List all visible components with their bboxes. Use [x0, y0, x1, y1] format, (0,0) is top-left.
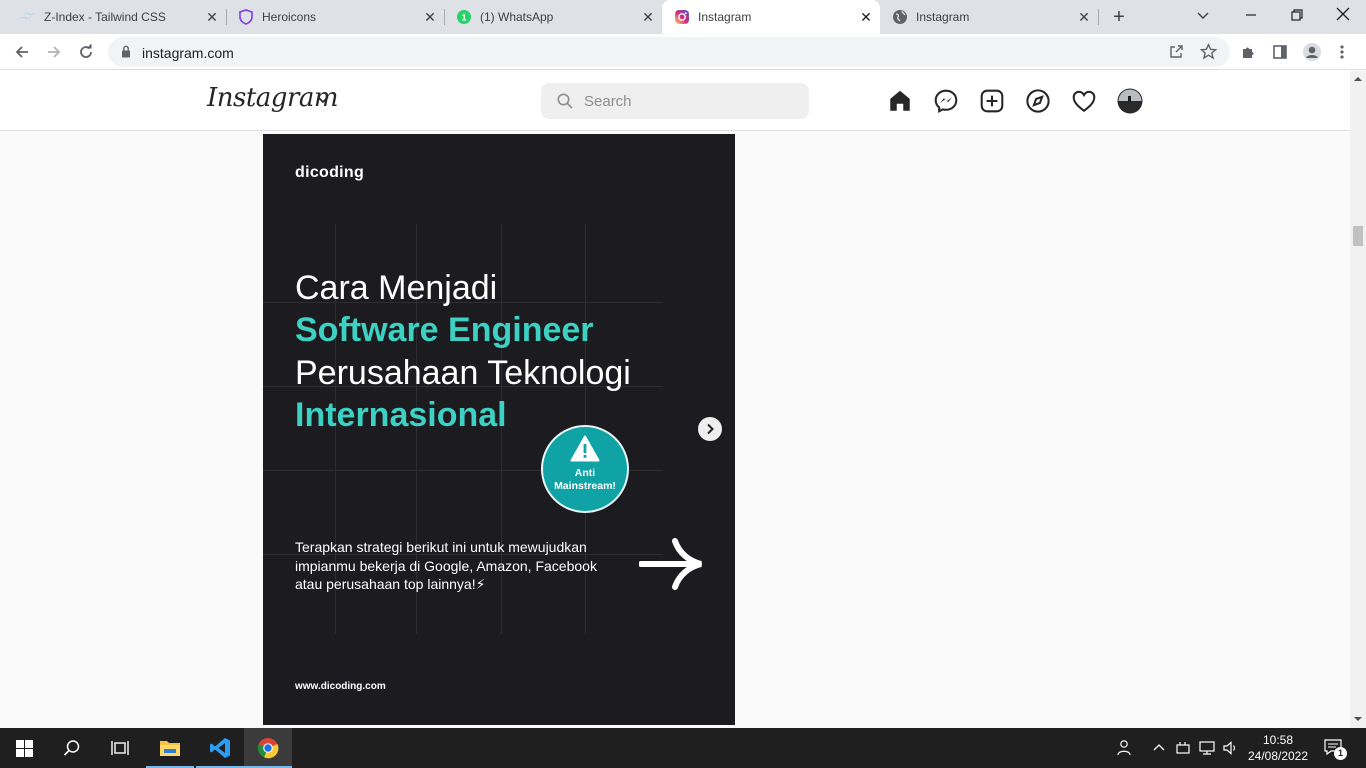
tailwind-icon — [20, 9, 36, 25]
scrollbar-thumb[interactable] — [1353, 226, 1363, 246]
search-placeholder: Search — [584, 93, 632, 110]
tab-whatsapp[interactable]: 1 (1) WhatsApp ✕ — [436, 0, 662, 34]
new-post-icon[interactable] — [979, 88, 1005, 114]
chevron-down-icon[interactable] — [317, 96, 329, 104]
tab-heroicons[interactable]: Heroicons ✕ — [218, 0, 444, 34]
tab-title: Z-Index - Tailwind CSS — [44, 10, 166, 24]
home-icon[interactable] — [887, 88, 913, 114]
restore-icon[interactable] — [1290, 8, 1304, 22]
badge-text: Anti Mainstream! — [543, 467, 627, 493]
close-window-icon[interactable] — [1336, 7, 1350, 21]
side-panel-icon[interactable] — [1266, 38, 1294, 66]
forward-icon[interactable] — [40, 38, 68, 66]
carousel-next-button[interactable] — [698, 417, 722, 441]
warning-icon — [570, 435, 600, 462]
heroicons-icon — [238, 9, 254, 25]
kebab-menu-icon[interactable] — [1328, 38, 1356, 66]
headline-line-1: Cara Menjadi — [295, 269, 498, 307]
file-explorer-icon[interactable] — [146, 728, 194, 768]
chevron-right-icon — [707, 423, 714, 435]
url-text: instagram.com — [142, 45, 234, 61]
back-icon[interactable] — [8, 38, 36, 66]
lock-icon[interactable] — [121, 45, 131, 58]
tab-title: Heroicons — [262, 10, 317, 24]
badge-line-2: Mainstream! — [554, 480, 616, 492]
instagram-icon — [674, 9, 690, 25]
explore-icon[interactable] — [1025, 88, 1051, 114]
globe-icon — [892, 9, 908, 25]
footer-url: www.dicoding.com — [295, 681, 386, 692]
badge-line-1: Anti — [574, 467, 596, 479]
scroll-up-arrow-icon[interactable] — [1354, 76, 1362, 82]
post-body-text: Terapkan strategi berikut ini untuk mewu… — [295, 539, 597, 592]
clock-date: 24/08/2022 — [1247, 749, 1309, 763]
arrow-right-icon — [639, 538, 705, 590]
windows-taskbar: 10:58 24/08/2022 1 — [0, 728, 1366, 768]
activity-heart-icon[interactable] — [1071, 88, 1097, 114]
close-icon[interactable]: ✕ — [858, 9, 874, 25]
anti-mainstream-badge: Anti Mainstream! — [541, 425, 629, 513]
tab-strip: Z-Index - Tailwind CSS ✕ Heroicons ✕ 1 (… — [0, 0, 1366, 34]
profile-icon[interactable] — [1298, 38, 1326, 66]
profile-avatar[interactable] — [1117, 88, 1143, 114]
close-icon[interactable]: ✕ — [640, 9, 656, 25]
bookmark-star-icon[interactable] — [1200, 43, 1217, 60]
reload-icon[interactable] — [72, 38, 100, 66]
system-clock[interactable]: 10:58 24/08/2022 — [1240, 732, 1316, 764]
volume-icon[interactable] — [1222, 739, 1240, 757]
scroll-down-arrow-icon[interactable] — [1354, 716, 1362, 722]
page-scrollbar[interactable] — [1350, 71, 1366, 728]
extensions-icon[interactable] — [1234, 38, 1262, 66]
battery-plug-icon[interactable] — [1174, 739, 1192, 757]
chevron-up-icon[interactable] — [1150, 739, 1168, 757]
windows-start-icon[interactable] — [0, 728, 48, 768]
task-view-icon[interactable] — [96, 728, 144, 768]
search-icon[interactable] — [48, 728, 96, 768]
whatsapp-icon: 1 — [456, 9, 472, 25]
people-icon[interactable] — [1114, 739, 1132, 757]
feed: dicoding Cara Menjadi Software Engineer … — [0, 132, 1350, 728]
tab-title: Instagram — [916, 10, 970, 24]
close-icon[interactable]: ✕ — [1076, 9, 1092, 25]
notification-center-icon[interactable]: 1 — [1324, 739, 1347, 760]
headline-line-2: Software Engineer — [295, 311, 594, 349]
tab-tailwind[interactable]: Z-Index - Tailwind CSS ✕ — [0, 0, 226, 34]
address-bar[interactable]: instagram.com — [108, 37, 1230, 67]
tab-title: Instagram — [698, 10, 752, 24]
search-icon — [557, 93, 573, 109]
vscode-icon[interactable] — [196, 728, 244, 768]
brand-logo-text: dicoding — [295, 164, 365, 181]
notification-count-badge: 1 — [1334, 747, 1347, 760]
svg-text:1: 1 — [461, 13, 466, 23]
tab-instagram[interactable]: Instagram ✕ — [880, 0, 1098, 34]
chrome-icon[interactable] — [244, 728, 292, 768]
tab-title: (1) WhatsApp — [480, 10, 554, 24]
headline-line-4: Internasional — [295, 396, 507, 434]
tab-separator — [1098, 9, 1099, 25]
new-tab-icon[interactable]: + — [1108, 7, 1130, 27]
share-icon[interactable] — [1168, 44, 1184, 60]
post-carousel-image[interactable]: dicoding Cara Menjadi Software Engineer … — [263, 134, 735, 725]
tab-instagram-active[interactable]: Instagram ✕ — [662, 0, 880, 34]
tab-search-chevron-icon[interactable] — [1196, 8, 1210, 22]
instagram-header: Instagram Search — [0, 71, 1350, 131]
browser-toolbar: instagram.com — [0, 34, 1366, 70]
messenger-icon[interactable] — [933, 88, 959, 114]
minimize-icon[interactable] — [1244, 8, 1258, 22]
clock-time: 10:58 — [1262, 733, 1294, 747]
search-input[interactable]: Search — [541, 83, 809, 119]
headline-line-3: Perusahaan Teknologi — [295, 354, 631, 392]
network-icon[interactable] — [1198, 739, 1216, 757]
